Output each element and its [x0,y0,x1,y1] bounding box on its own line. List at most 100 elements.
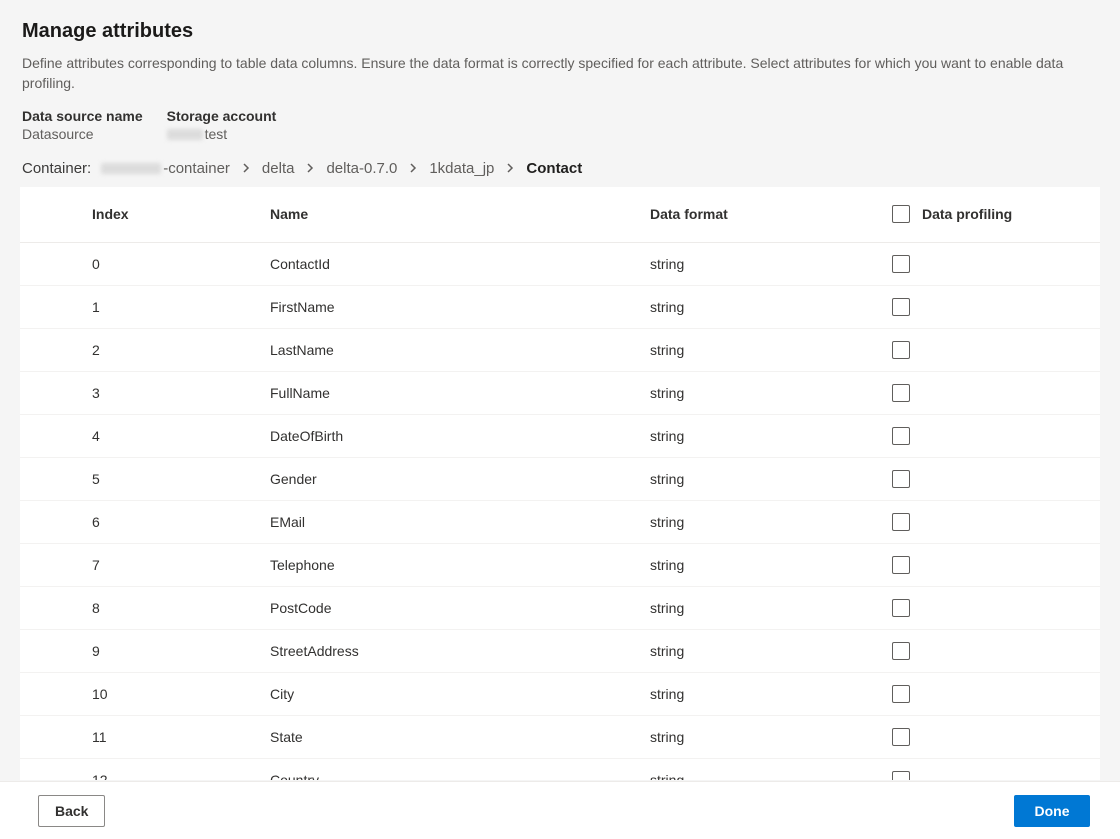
cell-format: string [650,759,892,780]
table-row: 12Countrystring [20,759,1100,780]
col-profiling-checkbox [892,187,922,243]
col-format[interactable]: Data format [650,187,892,243]
profiling-checkbox[interactable] [892,384,910,402]
cell-name: LastName [270,329,650,372]
profiling-checkbox[interactable] [892,341,910,359]
table-row: 7Telephonestring [20,544,1100,587]
cell-name: Telephone [270,544,650,587]
col-index[interactable]: Index [92,187,270,243]
profiling-checkbox[interactable] [892,470,910,488]
storage-account-value: test [167,126,277,142]
cell-pad [20,415,92,458]
cell-profiling-checkbox [892,415,922,458]
cell-profiling-spacer [922,544,1050,587]
cell-profiling-spacer [922,415,1050,458]
cell-profiling-spacer [922,372,1050,415]
breadcrumb-container[interactable]: -container [101,160,230,177]
breadcrumb-prefix: Container: [22,160,91,177]
cell-pad [20,372,92,415]
cell-name: State [270,716,650,759]
cell-name: PostCode [270,587,650,630]
table-row: 8PostCodestring [20,587,1100,630]
cell-profiling-spacer [922,716,1050,759]
cell-index: 1 [92,286,270,329]
breadcrumb-item-contact: Contact [526,160,582,177]
select-all-checkbox[interactable] [892,205,910,223]
profiling-checkbox[interactable] [892,298,910,316]
table-row: 1FirstNamestring [20,286,1100,329]
profiling-checkbox[interactable] [892,255,910,273]
table-row: 3FullNamestring [20,372,1100,415]
profiling-checkbox[interactable] [892,728,910,746]
cell-profiling-spacer [922,630,1050,673]
profiling-checkbox[interactable] [892,599,910,617]
chevron-right-icon [304,162,316,174]
profiling-checkbox[interactable] [892,427,910,445]
attributes-table-wrap: Index Name Data format Data profiling 0C… [20,187,1100,780]
cell-pad [20,630,92,673]
cell-profiling-spacer [922,286,1050,329]
cell-index: 9 [92,630,270,673]
breadcrumb-container-suffix: -container [163,160,230,177]
col-name[interactable]: Name [270,187,650,243]
cell-end [1050,458,1100,501]
cell-profiling-checkbox [892,630,922,673]
breadcrumb: Container: -container delta delta-0.7.0 … [22,160,1098,177]
meta-storage-account: Storage account test [167,108,277,142]
table-row: 11Statestring [20,716,1100,759]
col-profiling[interactable]: Data profiling [922,187,1050,243]
page-description: Define attributes corresponding to table… [22,53,1082,94]
cell-index: 10 [92,673,270,716]
cell-name: ContactId [270,243,650,286]
cell-index: 7 [92,544,270,587]
cell-profiling-spacer [922,501,1050,544]
cell-index: 3 [92,372,270,415]
cell-profiling-spacer [922,458,1050,501]
chevron-right-icon [504,162,516,174]
cell-pad [20,673,92,716]
cell-end [1050,587,1100,630]
cell-format: string [650,716,892,759]
cell-format: string [650,458,892,501]
cell-profiling-spacer [922,329,1050,372]
obscured-text [167,129,203,140]
cell-end [1050,243,1100,286]
breadcrumb-item-delta-070[interactable]: delta-0.7.0 [326,160,397,177]
table-row: 10Citystring [20,673,1100,716]
table-row: 6EMailstring [20,501,1100,544]
cell-index: 2 [92,329,270,372]
cell-format: string [650,372,892,415]
back-button[interactable]: Back [38,795,105,827]
cell-pad [20,286,92,329]
breadcrumb-item-1kdata-jp[interactable]: 1kdata_jp [429,160,494,177]
cell-end [1050,329,1100,372]
cell-format: string [650,243,892,286]
done-button[interactable]: Done [1014,795,1090,827]
cell-profiling-checkbox [892,286,922,329]
cell-format: string [650,587,892,630]
cell-profiling-spacer [922,759,1050,780]
cell-format: string [650,329,892,372]
cell-profiling-checkbox [892,458,922,501]
cell-format: string [650,630,892,673]
page-title: Manage attributes [22,20,1098,43]
cell-name: DateOfBirth [270,415,650,458]
data-source-value: Datasource [22,126,143,142]
content-area: Manage attributes Define attributes corr… [0,0,1120,781]
profiling-checkbox[interactable] [892,685,910,703]
cell-end [1050,759,1100,780]
cell-profiling-spacer [922,673,1050,716]
cell-profiling-checkbox [892,716,922,759]
cell-end [1050,630,1100,673]
cell-name: FirstName [270,286,650,329]
profiling-checkbox[interactable] [892,513,910,531]
profiling-checkbox[interactable] [892,771,910,779]
cell-profiling-checkbox [892,587,922,630]
cell-profiling-checkbox [892,243,922,286]
breadcrumb-item-delta[interactable]: delta [262,160,295,177]
storage-account-suffix: test [205,126,228,142]
manage-attributes-page: Manage attributes Define attributes corr… [0,0,1120,839]
profiling-checkbox[interactable] [892,642,910,660]
profiling-checkbox[interactable] [892,556,910,574]
table-row: 0ContactIdstring [20,243,1100,286]
